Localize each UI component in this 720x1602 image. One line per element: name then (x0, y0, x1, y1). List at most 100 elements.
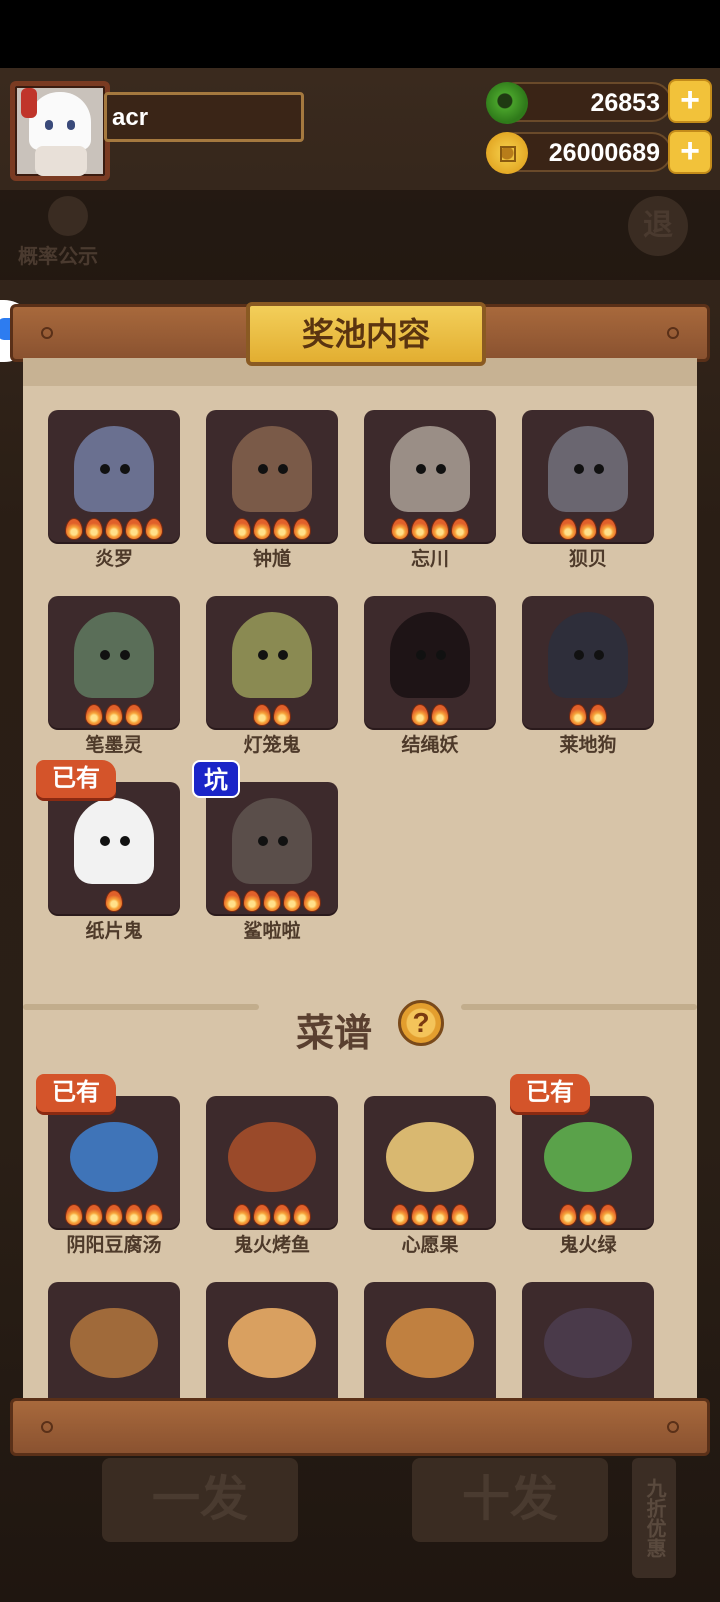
portrait-eye (574, 650, 584, 660)
recipe-card[interactable] (48, 1096, 180, 1228)
flame-icon (273, 1204, 291, 1226)
flame-icon (599, 1204, 617, 1226)
character-card[interactable] (522, 410, 654, 542)
character-card[interactable] (364, 410, 496, 542)
recipe-card[interactable] (364, 1282, 496, 1398)
character-name: 结绳妖 (401, 735, 459, 756)
flame-icon (391, 518, 409, 540)
flame-icon (263, 890, 281, 912)
character-card[interactable] (206, 782, 338, 914)
flame-icon (579, 1204, 597, 1226)
character-card[interactable] (206, 596, 338, 728)
character-portrait (74, 426, 154, 512)
character-name: 灯笼鬼 (243, 735, 301, 756)
flame-icon (273, 704, 291, 726)
portrait-eye (100, 650, 110, 660)
probability-label[interactable]: 概率公示 (18, 240, 98, 269)
recipe-card[interactable] (206, 1282, 338, 1398)
flame-icon (243, 890, 261, 912)
recipe-card[interactable] (522, 1282, 654, 1398)
character-name: 莱地狗 (559, 735, 617, 756)
flame-icon (105, 1204, 123, 1226)
flame-rating (522, 704, 654, 726)
player-avatar[interactable] (10, 81, 110, 181)
recipe-card[interactable] (48, 1282, 180, 1398)
avatar-body (35, 146, 87, 176)
portrait-eye (100, 836, 110, 846)
flame-icon (253, 704, 271, 726)
avatar-hair (29, 92, 91, 150)
rail-rivet (667, 327, 679, 339)
character-name: 纸片鬼 (85, 921, 143, 942)
portrait-eye (120, 464, 130, 474)
flame-icon (559, 518, 577, 540)
character-card[interactable] (48, 596, 180, 728)
flame-icon (65, 1204, 83, 1226)
flame-icon (431, 704, 449, 726)
flame-icon (293, 1204, 311, 1226)
flame-icon (431, 1204, 449, 1226)
flame-icon (451, 1204, 469, 1226)
portrait-eye (416, 650, 426, 660)
flame-rating (364, 518, 496, 540)
flame-icon (411, 518, 429, 540)
flame-rating (48, 1204, 180, 1226)
flame-icon (85, 518, 103, 540)
portrait-eye (436, 464, 446, 474)
flame-icon (391, 1204, 409, 1226)
probability-icon[interactable] (48, 196, 88, 236)
recipe-portrait (544, 1308, 632, 1378)
avatar-eye-left (45, 120, 53, 130)
flame-rating (522, 518, 654, 540)
character-card[interactable] (364, 596, 496, 728)
recipe-name: 鬼火烤鱼 (233, 1235, 310, 1256)
flame-icon (411, 704, 429, 726)
exit-button[interactable]: 退 (628, 196, 688, 256)
portrait-eye (416, 464, 426, 474)
divider-right (461, 1004, 697, 1010)
flame-rating (522, 1204, 654, 1226)
recipe-card[interactable] (206, 1096, 338, 1228)
character-portrait (232, 612, 312, 698)
portrait-eye (100, 464, 110, 474)
recipes-help-button[interactable]: ? (398, 1000, 444, 1046)
flame-icon (411, 1204, 429, 1226)
ten-draw-button[interactable]: 十发 (412, 1458, 608, 1542)
character-card[interactable] (48, 782, 180, 914)
flame-icon (599, 518, 617, 540)
portrait-eye (278, 650, 288, 660)
recipe-card[interactable] (364, 1096, 496, 1228)
flame-icon (283, 890, 301, 912)
character-name: 炎罗 (94, 549, 133, 570)
single-draw-button[interactable]: 一发 (102, 1458, 298, 1542)
recipe-portrait (386, 1308, 474, 1378)
character-portrait (74, 798, 154, 884)
character-card[interactable] (48, 410, 180, 542)
portrait-eye (258, 836, 268, 846)
character-card[interactable] (522, 596, 654, 728)
flame-icon (569, 704, 587, 726)
flame-icon (223, 890, 241, 912)
character-name: 狈贝 (568, 549, 607, 570)
flame-icon (65, 518, 83, 540)
flame-rating (48, 890, 180, 912)
flame-icon (105, 890, 123, 912)
character-card[interactable] (206, 410, 338, 542)
prize-pool-panel[interactable]: 炎罗 钟馗 忘川 狈贝 笔墨灵 灯笼鬼 结绳妖 莱地狗 纸片鬼 已有 鲨啦啦坑阴阳豆腐汤 已有 鬼火烤鱼… (23, 358, 697, 1398)
recipe-card[interactable] (522, 1096, 654, 1228)
jade-value: 26853 (590, 89, 660, 117)
recipe-portrait (70, 1122, 158, 1192)
flame-icon (85, 704, 103, 726)
flame-rating (364, 704, 496, 726)
portrait-eye (574, 464, 584, 474)
portrait-eye (258, 650, 268, 660)
flame-icon (589, 704, 607, 726)
flame-icon (579, 518, 597, 540)
portrait-eye (278, 464, 288, 474)
divider-left (23, 1004, 259, 1010)
add-jade-button[interactable]: + (668, 79, 712, 123)
character-name: 笔墨灵 (85, 735, 143, 756)
add-coin-button[interactable]: + (668, 130, 712, 174)
flame-icon (105, 704, 123, 726)
flame-rating (48, 518, 180, 540)
